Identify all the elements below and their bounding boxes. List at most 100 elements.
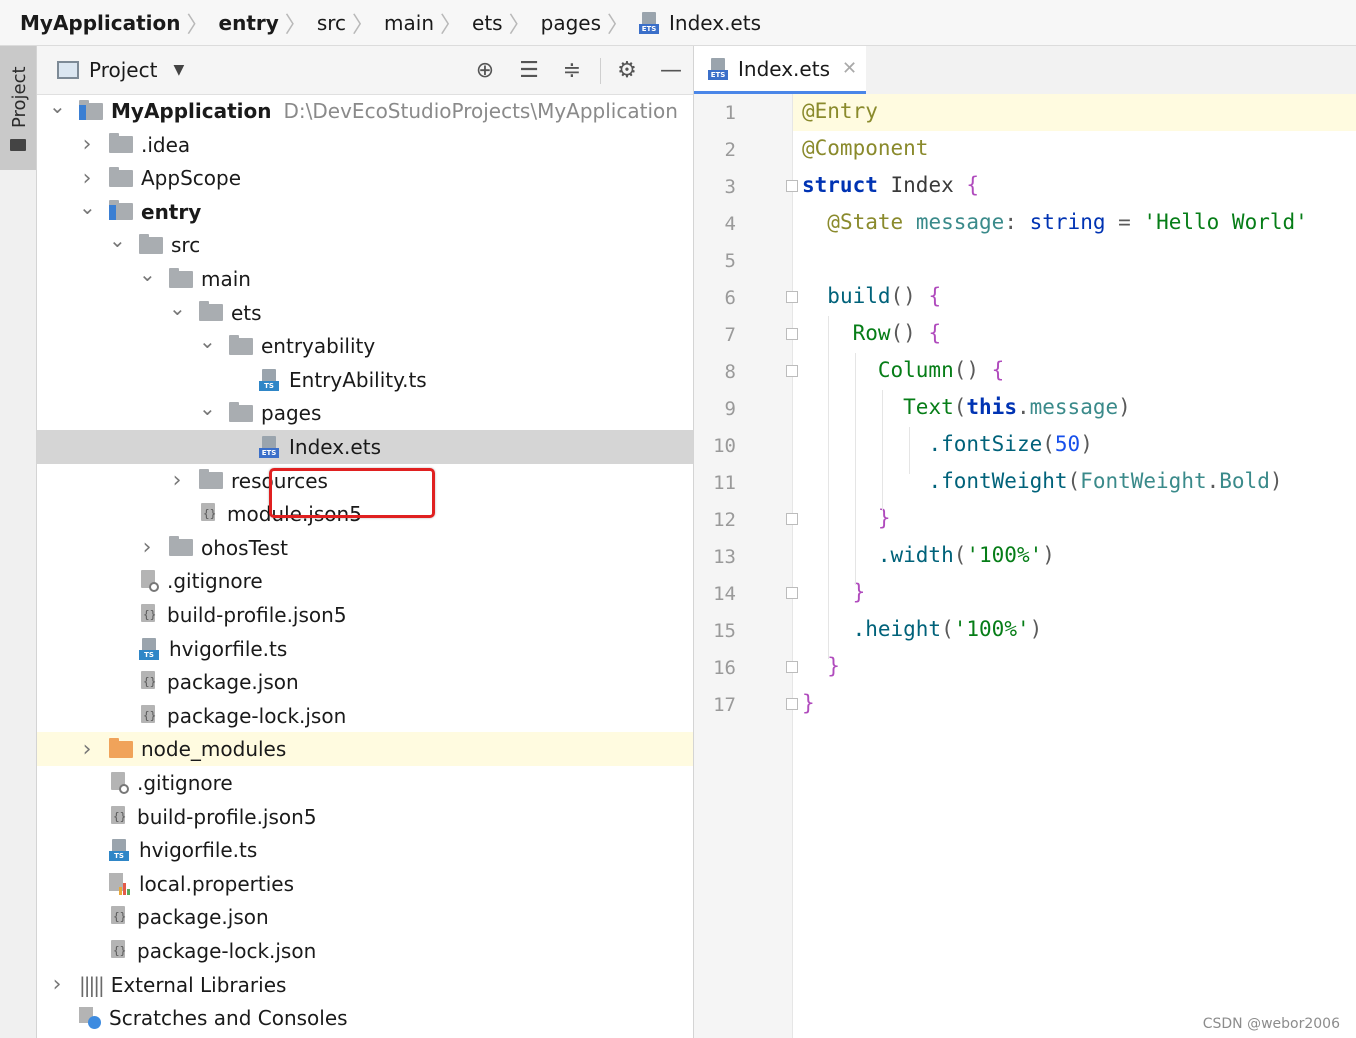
- tree-row[interactable]: ⌄ entry: [37, 195, 693, 229]
- tab-index-ets[interactable]: ETS Index.ets ✕: [694, 46, 866, 94]
- chevron-right-icon[interactable]: ›: [79, 166, 95, 191]
- code-line[interactable]: .fontWeight(FontWeight.Bold): [802, 469, 1282, 493]
- tree-row[interactable]: ⌄ pages: [37, 396, 693, 430]
- chevron-down-icon[interactable]: ⌄: [79, 195, 96, 219]
- tree-label: Scratches and Consoles: [109, 1006, 348, 1031]
- code-line[interactable]: build() {: [802, 284, 941, 308]
- tree-row[interactable]: ·{}package-lock.json: [37, 699, 693, 733]
- chevron-right-icon[interactable]: ›: [79, 737, 95, 762]
- tree-row[interactable]: ·local.properties: [37, 867, 693, 901]
- chevron-down-icon[interactable]: ⌄: [199, 329, 216, 353]
- breadcrumb-item[interactable]: ETS Index.ets: [639, 11, 761, 35]
- breadcrumb-label: entry: [218, 10, 279, 35]
- tree-row[interactable]: ·Scratches and Consoles: [37, 1001, 693, 1035]
- gear-icon[interactable]: ⚙: [613, 56, 641, 84]
- folder-icon: [169, 267, 193, 288]
- chevron-down-icon[interactable]: ⌄: [169, 296, 186, 320]
- code-line[interactable]: Text(this.message): [802, 395, 1131, 419]
- project-view-selector[interactable]: Project ▼: [57, 58, 184, 82]
- code-line[interactable]: Column() {: [802, 358, 1004, 382]
- breadcrumb-item[interactable]: src: [317, 11, 346, 35]
- fold-marker-icon[interactable]: [786, 291, 798, 303]
- code-line[interactable]: @Entry: [802, 99, 878, 123]
- code-token: ): [1118, 395, 1131, 419]
- tree-row[interactable]: ⌄ ets: [37, 296, 693, 330]
- tree-row[interactable]: ·{}package.json: [37, 665, 693, 699]
- breadcrumb-item[interactable]: main: [384, 11, 434, 35]
- tree-row[interactable]: ·TSEntryAbility.ts: [37, 363, 693, 397]
- tree-row[interactable]: › ||||| External Libraries: [37, 968, 693, 1002]
- code-line[interactable]: .width('100%'): [802, 543, 1055, 567]
- tree-label: package-lock.json: [137, 939, 317, 963]
- tree-path: D:\DevEcoStudioProjects\MyApplication: [283, 99, 678, 123]
- code-line[interactable]: struct Index {: [802, 173, 979, 197]
- tree-row[interactable]: ·{}package.json: [37, 900, 693, 934]
- tree-row[interactable]: › node_modules: [37, 732, 693, 767]
- tree-row[interactable]: ·{}package-lock.json: [37, 934, 693, 968]
- tree-row[interactable]: ⌄ main: [37, 262, 693, 296]
- tree-row[interactable]: › AppScope: [37, 161, 693, 195]
- tree-label: AppScope: [141, 166, 241, 191]
- breadcrumb-item[interactable]: ets: [472, 11, 503, 35]
- fold-marker-icon[interactable]: [786, 365, 798, 377]
- code-token: ): [1042, 543, 1055, 567]
- code-line[interactable]: Row() {: [802, 321, 942, 345]
- code-line[interactable]: }: [802, 506, 891, 530]
- tree-row[interactable]: ·.gitignore: [37, 564, 693, 598]
- ets-file-icon: ETS: [708, 57, 730, 80]
- tab-label: Index.ets: [738, 56, 830, 81]
- chevron-down-icon[interactable]: ⌄: [109, 228, 126, 252]
- locate-icon[interactable]: ⊕: [471, 56, 499, 84]
- fold-marker-icon[interactable]: [786, 661, 798, 673]
- code-token: message: [1029, 395, 1119, 419]
- fold-marker-icon[interactable]: [786, 180, 798, 192]
- tree-row[interactable]: ⌄ src: [37, 228, 693, 262]
- tree-row[interactable]: ·ETSIndex.ets: [37, 430, 693, 464]
- tree-row[interactable]: ⌄ entryability: [37, 329, 693, 363]
- breadcrumb-item[interactable]: entry: [219, 11, 279, 35]
- folder-icon: [109, 133, 133, 154]
- breadcrumb-item[interactable]: MyApplication: [20, 11, 181, 35]
- indent-guide: [882, 390, 883, 511]
- code-line[interactable]: .fontSize(50): [802, 432, 1092, 456]
- fold-marker-icon[interactable]: [786, 698, 798, 710]
- line-number: 6: [724, 287, 736, 309]
- chevron-right-icon: 〉: [352, 12, 375, 38]
- code-line[interactable]: }: [802, 691, 815, 715]
- breadcrumb-label: src: [316, 10, 347, 35]
- project-tool-tab[interactable]: Project: [0, 46, 36, 170]
- tree-row[interactable]: ·{}build-profile.json5: [37, 598, 693, 632]
- code-token: @Component: [802, 136, 929, 160]
- chevron-right-icon[interactable]: ›: [79, 132, 95, 157]
- chevron-down-icon[interactable]: ⌄: [139, 262, 156, 286]
- chevron-down-icon[interactable]: ⌄: [49, 94, 66, 118]
- code-token: .height: [852, 617, 942, 641]
- tree-row[interactable]: ·TShvigorfile.ts: [37, 632, 693, 666]
- line-number: 14: [713, 583, 736, 605]
- tree-row[interactable]: › ohosTest: [37, 531, 693, 565]
- code-line[interactable]: }: [802, 654, 840, 678]
- chevron-right-icon: 〉: [508, 12, 531, 38]
- close-icon[interactable]: ✕: [842, 58, 857, 79]
- fold-marker-icon[interactable]: [786, 513, 798, 525]
- chevron-down-icon[interactable]: ⌄: [199, 396, 216, 420]
- code-line[interactable]: .height('100%'): [802, 617, 1043, 641]
- tree-row[interactable]: › .idea: [37, 128, 693, 162]
- chevron-right-icon[interactable]: ›: [169, 468, 185, 493]
- tree-row[interactable]: ·TShvigorfile.ts: [37, 833, 693, 867]
- chevron-right-icon[interactable]: ›: [139, 535, 155, 560]
- minimize-icon[interactable]: —: [657, 56, 685, 84]
- tree-row[interactable]: ·{}build-profile.json5: [37, 800, 693, 834]
- breadcrumb-item[interactable]: pages: [541, 11, 601, 35]
- code-token: Row: [852, 321, 891, 345]
- chevron-right-icon[interactable]: ›: [49, 972, 65, 997]
- collapse-all-icon[interactable]: ≑: [558, 56, 586, 84]
- fold-marker-icon[interactable]: [786, 587, 798, 599]
- code-line[interactable]: @Component: [802, 136, 928, 160]
- expand-all-icon[interactable]: ☰: [515, 56, 543, 84]
- code-line[interactable]: @State message: string = 'Hello World': [802, 210, 1308, 234]
- fold-marker-icon[interactable]: [786, 328, 798, 340]
- tree-row[interactable]: ⌄ MyApplication D:\DevEcoStudioProjects\My…: [37, 94, 693, 128]
- tree-row[interactable]: ·.gitignore: [37, 766, 693, 800]
